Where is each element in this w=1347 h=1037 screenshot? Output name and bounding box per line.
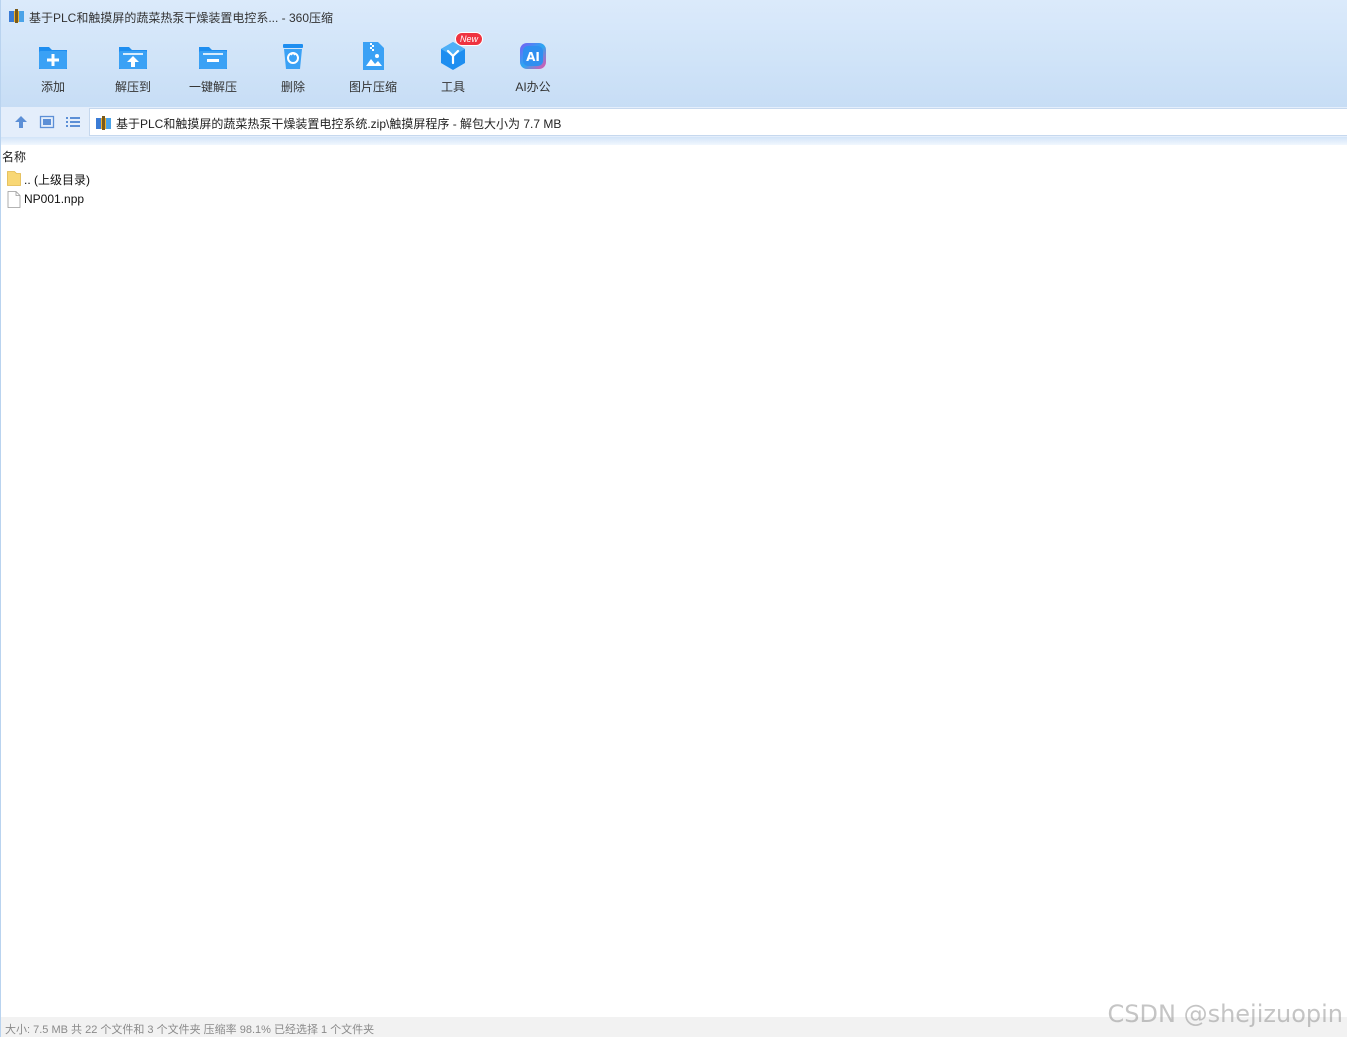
up-arrow-icon[interactable]	[13, 114, 29, 130]
new-badge: New	[455, 32, 484, 46]
extract-to-label: 解压到	[114, 80, 151, 94]
list-item-name: .. (上级目录)	[24, 173, 90, 187]
one-click-extract-icon	[199, 47, 227, 69]
archive-app-icon	[9, 9, 24, 23]
list-view-icon[interactable]	[65, 114, 81, 130]
extract-to-button[interactable]: 解压到	[93, 36, 173, 100]
add-folder-icon	[39, 47, 67, 69]
image-compress-label: 图片压缩	[348, 80, 397, 94]
header-divider	[1, 137, 1347, 145]
add-label: 添加	[40, 80, 65, 94]
delete-button[interactable]: 删除	[253, 36, 333, 100]
tools-label: 工具	[440, 80, 465, 94]
archive-icon	[96, 116, 111, 130]
address-bar[interactable]: 基于PLC和触摸屏的蔬菜热泵干燥装置电控系统.zip\触摸屏程序 - 解包大小为…	[89, 108, 1347, 136]
watermark-text: CSDN @shejizuopin	[1107, 1000, 1343, 1028]
ai-office-icon: AI	[520, 43, 546, 69]
address-path: 基于PLC和触摸屏的蔬菜热泵干燥装置电控系统.zip\触摸屏程序 - 解包大小为…	[116, 117, 562, 131]
list-item-name: NP001.npp	[24, 192, 85, 206]
tools-button[interactable]: New 工具	[413, 32, 493, 100]
file-icon	[7, 191, 21, 208]
header: 基于PLC和触摸屏的蔬菜热泵干燥装置电控系... - 360压缩 添加 解压到 …	[1, 0, 1347, 107]
add-button[interactable]: 添加	[13, 36, 93, 100]
file-list-header: 名称	[1, 146, 1347, 164]
image-compress-button[interactable]: 图片压缩	[333, 36, 413, 100]
ai-office-label: AI办公	[515, 80, 551, 94]
image-compress-icon	[363, 42, 384, 70]
delete-icon	[283, 44, 303, 69]
thumbnail-view-icon[interactable]	[39, 114, 55, 130]
delete-label: 删除	[280, 80, 305, 94]
status-text: 大小: 7.5 MB 共 22 个文件和 3 个文件夹 压缩率 98.1% 已经…	[5, 1024, 375, 1036]
file-list: .. (上级目录) NP001.npp	[1, 168, 1347, 210]
folder-icon	[7, 171, 21, 186]
list-item-parent-dir[interactable]: .. (上级目录)	[1, 168, 1347, 189]
title-bar: 基于PLC和触摸屏的蔬菜热泵干燥装置电控系... - 360压缩	[1, 0, 1347, 32]
extract-to-icon	[119, 47, 147, 69]
one-click-extract-button[interactable]: 一键解压	[173, 36, 253, 100]
list-item-file[interactable]: NP001.npp	[1, 189, 1347, 210]
address-row: 基于PLC和触摸屏的蔬菜热泵干燥装置电控系统.zip\触摸屏程序 - 解包大小为…	[1, 107, 1347, 137]
column-header-name[interactable]: 名称	[2, 148, 26, 165]
ai-office-button[interactable]: AI AI办公	[493, 36, 573, 100]
toolbar: 添加 解压到 一键解压 删除 图片压缩 New 工具 AI AI办公	[13, 32, 573, 100]
one-click-extract-label: 一键解压	[188, 80, 237, 94]
app-window: 基于PLC和触摸屏的蔬菜热泵干燥装置电控系... - 360压缩 添加 解压到 …	[0, 0, 1347, 1037]
window-title: 基于PLC和触摸屏的蔬菜热泵干燥装置电控系... - 360压缩	[29, 11, 334, 25]
svg-text:AI: AI	[526, 50, 540, 64]
